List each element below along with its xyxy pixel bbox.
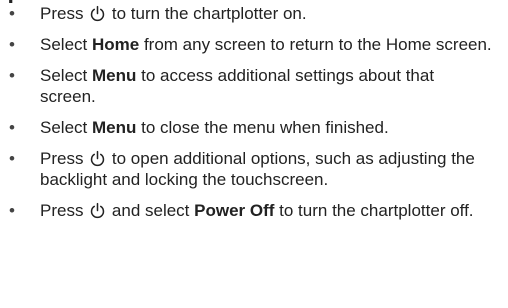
text-segment: Select: [40, 35, 92, 54]
text-segment: Select: [40, 118, 92, 137]
bullet-dot: •: [9, 201, 15, 220]
home-label: Home: [91, 35, 140, 54]
text-segment: to close the menu when finished.: [136, 118, 389, 137]
list-item-options: • Press to open additional options, such …: [0, 148, 508, 190]
text-segment: and select: [107, 201, 195, 220]
list-item-power-off: • Press and select Power Off to turn the …: [0, 200, 508, 221]
instruction-list: • Press to turn the chartplotter on. • Sel…: [0, 3, 508, 231]
text-segment: Press: [40, 149, 89, 168]
bullet-dot: •: [9, 66, 15, 85]
power-off-label: Power Off: [194, 201, 275, 220]
text-segment: Select: [40, 66, 92, 85]
power-icon: [89, 202, 106, 219]
power-icon: [89, 150, 106, 167]
text-segment: to turn the chartplotter off.: [274, 201, 474, 220]
bullet-dot: •: [9, 149, 15, 168]
text-segment: from any screen to return to the Home sc…: [139, 35, 492, 54]
list-item-menu-settings: • Select Menu to access additional settin…: [0, 65, 508, 107]
list-item-power-on: • Press to turn the chartplotter on.: [0, 3, 508, 24]
text-segment: to turn the chartplotter on.: [107, 4, 307, 23]
bullet-dot: •: [9, 118, 15, 137]
list-item-menu-close: • Select Menu to close the menu when fini…: [0, 117, 508, 138]
power-icon: [89, 5, 106, 22]
text-segment: Press: [40, 4, 89, 23]
menu-label: Menu: [91, 118, 137, 137]
list-item-home: • Select Home from any screen to return t…: [0, 34, 508, 55]
bullet-dot: •: [9, 35, 15, 54]
menu-label: Menu: [91, 66, 137, 85]
bullet-dot: •: [9, 4, 15, 23]
text-segment: Press: [40, 201, 89, 220]
